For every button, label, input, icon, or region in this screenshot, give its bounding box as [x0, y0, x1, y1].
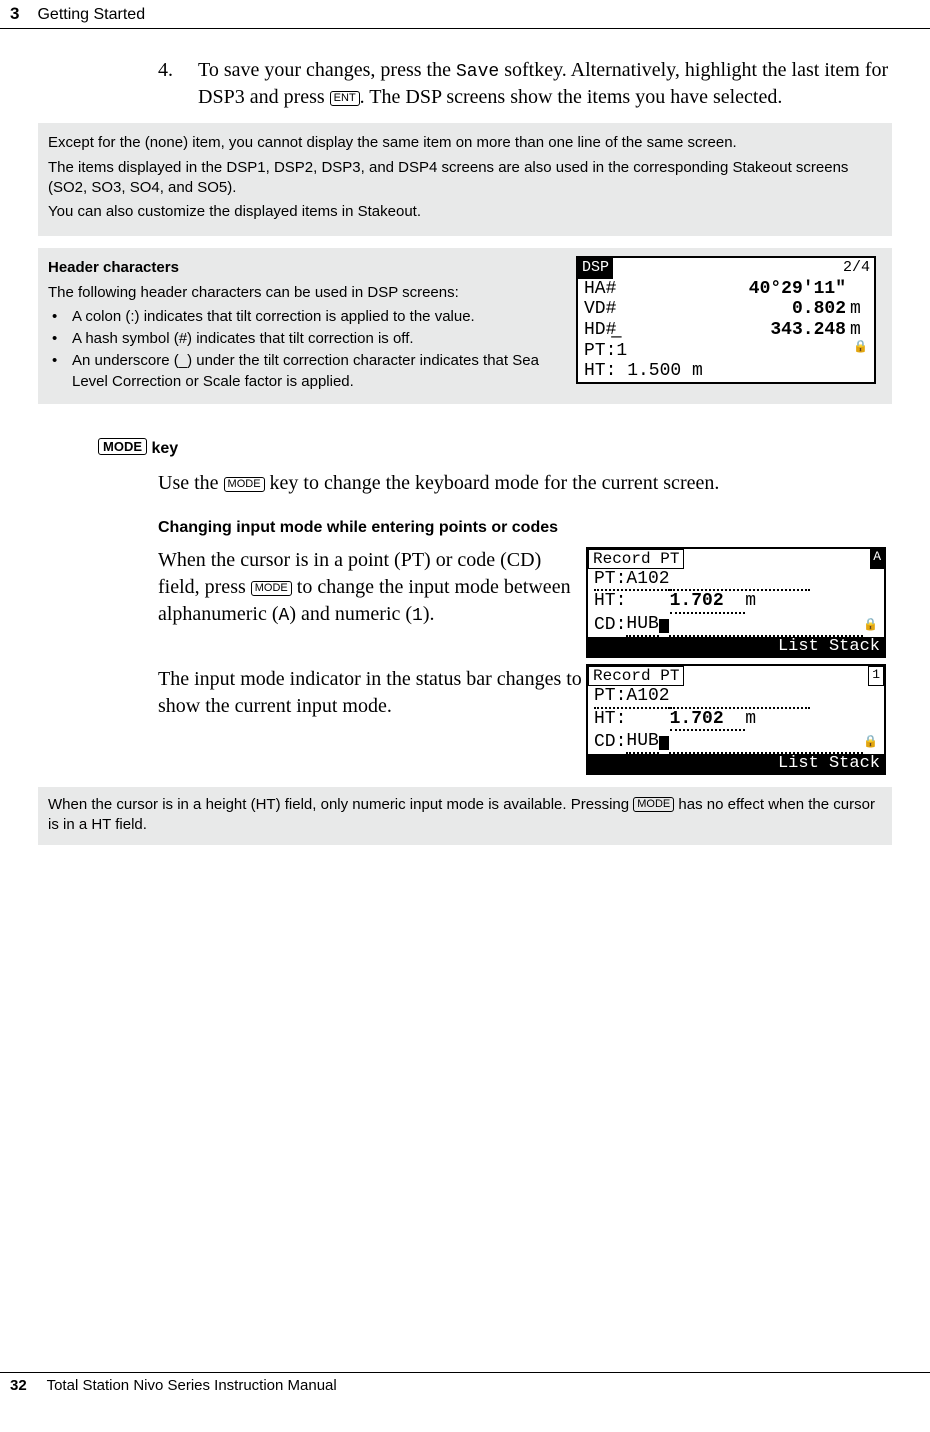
lcd-dsp-title: DSP	[578, 258, 613, 278]
lcd-dsp-page: 2/4	[843, 258, 874, 278]
lcd-record-title-a: Record PT	[588, 549, 684, 569]
mode-key-inline-icon: MODE	[224, 477, 265, 492]
lcd-dsp-screenshot: DSP 2/4 HA#40°29'11" VD#0.802m HD#̲343.2…	[576, 256, 876, 384]
step-4: 4. To save your changes, press the Save …	[158, 57, 892, 111]
bullet-hash: A hash symbol (#) indicates that tilt co…	[48, 329, 568, 349]
lcd-record-title-1: Record PT	[588, 666, 684, 686]
changing-mode-p2: The input mode indicator in the status b…	[158, 666, 586, 720]
header-chars-bullets: A colon (:) indicates that tilt correcti…	[48, 307, 568, 392]
note1-p1: Except for the (none) item, you cannot d…	[48, 133, 882, 153]
lcd-pt: PT:1	[584, 341, 853, 362]
mode-key-inline-icon-2: MODE	[251, 581, 292, 596]
lcd-record-pt-numeric: Record PT 1 PT:A102 HT: 1.702 m CD:HUB 🔒…	[586, 664, 886, 775]
lock-icon: 🔒	[863, 736, 878, 750]
header-characters-box: Header characters The following header c…	[38, 248, 892, 404]
save-softkey-code: Save	[456, 62, 499, 82]
page-number: 32	[10, 1377, 27, 1394]
mode-badge-alpha: A	[870, 549, 884, 569]
changing-mode-p1: When the cursor is in a point (PT) or co…	[158, 547, 586, 628]
lcd-footer-1: List Stack	[588, 754, 884, 773]
header-chars-title: Header characters	[48, 258, 568, 278]
changing-input-mode-heading: Changing input mode while entering point…	[158, 519, 892, 537]
lock-icon: 🔒	[853, 341, 868, 362]
numeric-mode-glyph: 1	[412, 606, 423, 626]
lcd-footer-a: List Stack	[588, 637, 884, 656]
step-number: 4.	[158, 57, 198, 111]
mode-key-paragraph: Use the MODE key to change the keyboard …	[158, 470, 892, 497]
mode-key-icon: MODE	[98, 438, 147, 456]
note1-p3: You can also customize the displayed ite…	[48, 202, 882, 222]
lcd-ht: HT: 1.500 m	[578, 361, 874, 382]
lock-icon: 🔒	[863, 619, 878, 633]
mode-key-inline-icon-3: MODE	[633, 797, 674, 812]
header-line: 3 Getting Started	[0, 4, 930, 29]
mode-badge-numeric: 1	[868, 666, 884, 686]
bullet-underscore: An underscore (_) under the tilt correct…	[48, 351, 568, 392]
cursor-icon	[659, 736, 669, 750]
lcd-record-pt-alpha: Record PT A PT:A102 HT: 1.702 m CD:HUB 🔒…	[586, 547, 886, 658]
page-footer: 32 Total Station Nivo Series Instruction…	[0, 1372, 930, 1394]
note1-p2: The items displayed in the DSP1, DSP2, D…	[48, 158, 882, 199]
chapter-title: Getting Started	[37, 6, 145, 24]
mode-key-heading: MODE key	[98, 438, 892, 458]
note-box-2: When the cursor is in a height (HT) fiel…	[38, 787, 892, 846]
step-text: To save your changes, press the Save sof…	[198, 57, 892, 111]
header-chars-intro: The following header characters can be u…	[48, 283, 568, 303]
note-box-1: Except for the (none) item, you cannot d…	[38, 123, 892, 236]
cursor-icon	[659, 619, 669, 633]
alpha-mode-glyph: A	[279, 606, 290, 626]
manual-title: Total Station Nivo Series Instruction Ma…	[47, 1377, 337, 1394]
chapter-number: 3	[10, 4, 19, 24]
ent-key-icon: ENT	[330, 91, 360, 106]
bullet-colon: A colon (:) indicates that tilt correcti…	[48, 307, 568, 327]
